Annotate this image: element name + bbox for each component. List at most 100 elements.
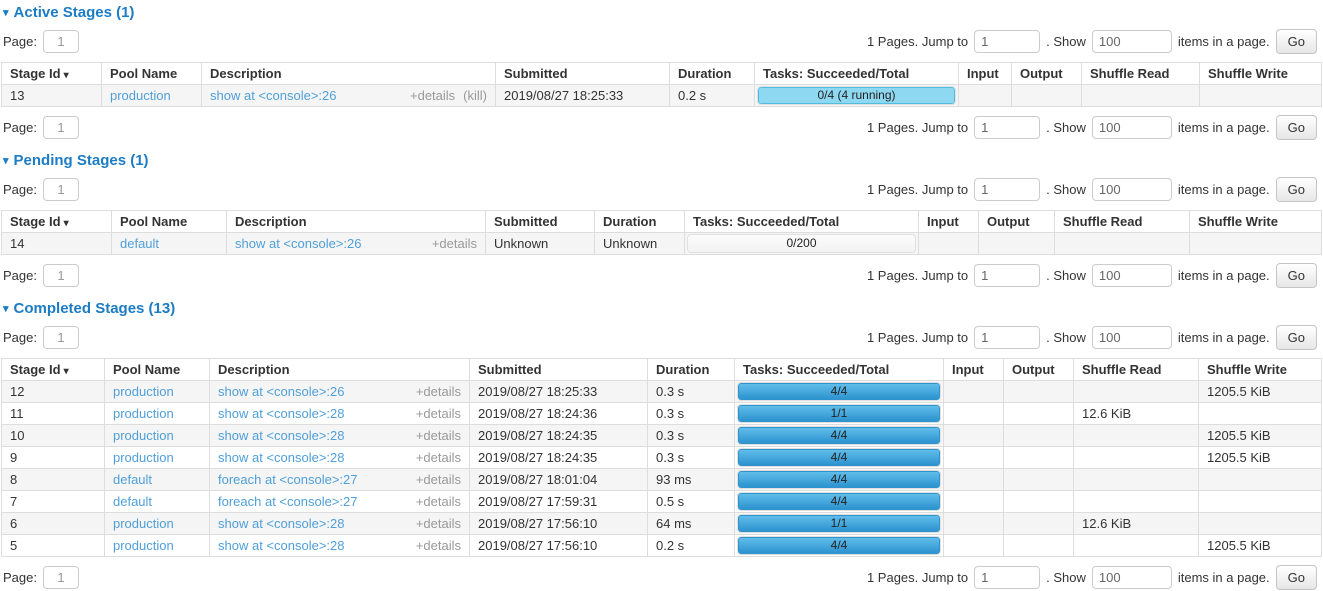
- shuffle-read-cell: [1082, 85, 1200, 107]
- section-title-pending[interactable]: ▾Pending Stages (1): [3, 152, 1323, 169]
- column-header-description[interactable]: Description: [202, 63, 496, 85]
- jump-to-page-input[interactable]: [974, 178, 1040, 201]
- output-cell: [979, 233, 1055, 255]
- column-header-submitted[interactable]: Submitted: [470, 359, 648, 381]
- jump-to-page-input[interactable]: [974, 326, 1040, 349]
- description-link[interactable]: foreach at <console>:27: [218, 472, 408, 487]
- column-header-shuffle-read[interactable]: Shuffle Read: [1082, 63, 1200, 85]
- go-button[interactable]: Go: [1276, 29, 1317, 54]
- page-size-input[interactable]: [1092, 264, 1172, 287]
- pool-name-link[interactable]: default: [120, 236, 159, 251]
- details-link[interactable]: +details: [416, 538, 461, 553]
- page-number-input[interactable]: [43, 116, 79, 139]
- pool-name-link[interactable]: production: [113, 406, 174, 421]
- task-progress-bar: 0/4 (4 running): [757, 86, 956, 105]
- shuffle-read-cell: [1074, 381, 1199, 403]
- column-header-shuffle-read[interactable]: Shuffle Read: [1055, 211, 1190, 233]
- jump-to-page-input[interactable]: [974, 30, 1040, 53]
- column-header-shuffle-read[interactable]: Shuffle Read: [1074, 359, 1199, 381]
- description-link[interactable]: show at <console>:28: [218, 406, 408, 421]
- column-header-pool-name[interactable]: Pool Name: [105, 359, 210, 381]
- details-link[interactable]: +details: [416, 494, 461, 509]
- go-button[interactable]: Go: [1276, 177, 1317, 202]
- section-title-completed[interactable]: ▾Completed Stages (13): [3, 300, 1323, 317]
- column-header-tasks[interactable]: Tasks: Succeeded/Total: [685, 211, 919, 233]
- go-button[interactable]: Go: [1276, 115, 1317, 140]
- pool-name-link[interactable]: default: [113, 472, 152, 487]
- page-number-input[interactable]: [43, 178, 79, 201]
- column-header-submitted[interactable]: Submitted: [496, 63, 670, 85]
- column-header-label: Duration: [656, 362, 709, 377]
- column-header-output[interactable]: Output: [1012, 63, 1082, 85]
- go-button[interactable]: Go: [1276, 565, 1317, 590]
- details-link[interactable]: +details: [416, 428, 461, 443]
- column-header-input[interactable]: Input: [919, 211, 979, 233]
- pool-name-link[interactable]: production: [113, 384, 174, 399]
- details-link[interactable]: +details: [410, 88, 455, 103]
- column-header-submitted[interactable]: Submitted: [486, 211, 595, 233]
- pool-name-link[interactable]: production: [113, 538, 174, 553]
- column-header-description[interactable]: Description: [227, 211, 486, 233]
- details-link[interactable]: +details: [416, 450, 461, 465]
- pool-name-link[interactable]: production: [113, 516, 174, 531]
- stage-row: 14defaultshow at <console>:26+detailsUnk…: [2, 233, 1322, 255]
- pool-name-link[interactable]: production: [113, 450, 174, 465]
- page-size-input[interactable]: [1092, 326, 1172, 349]
- description-link[interactable]: show at <console>:28: [218, 428, 408, 443]
- jump-to-page-input[interactable]: [974, 566, 1040, 589]
- jump-to-page-input[interactable]: [974, 264, 1040, 287]
- pool-name-cell: production: [105, 425, 210, 447]
- page-size-input[interactable]: [1092, 178, 1172, 201]
- details-link[interactable]: +details: [432, 236, 477, 251]
- description-link[interactable]: show at <console>:26: [210, 88, 402, 103]
- details-link[interactable]: +details: [416, 472, 461, 487]
- page-number-input[interactable]: [43, 264, 79, 287]
- description-link[interactable]: show at <console>:26: [218, 384, 408, 399]
- description-link[interactable]: foreach at <console>:27: [218, 494, 408, 509]
- column-header-shuffle-write[interactable]: Shuffle Write: [1199, 359, 1322, 381]
- column-header-stage-id[interactable]: Stage Id▾: [2, 359, 105, 381]
- pager-right: 1 Pages. Jump to. Showitems in a page.Go: [867, 177, 1317, 202]
- column-header-duration[interactable]: Duration: [670, 63, 755, 85]
- description-link[interactable]: show at <console>:26: [235, 236, 424, 251]
- column-header-output[interactable]: Output: [1004, 359, 1074, 381]
- pool-name-cell: production: [105, 513, 210, 535]
- page-size-input[interactable]: [1092, 566, 1172, 589]
- submitted-cell: 2019/08/27 17:56:10: [470, 513, 648, 535]
- column-header-label: Output: [1020, 66, 1063, 81]
- pool-name-link[interactable]: default: [113, 494, 152, 509]
- go-button[interactable]: Go: [1276, 325, 1317, 350]
- section-title-active[interactable]: ▾Active Stages (1): [3, 4, 1323, 21]
- details-link[interactable]: +details: [416, 384, 461, 399]
- column-header-input[interactable]: Input: [959, 63, 1012, 85]
- submitted-cell: 2019/08/27 18:25:33: [496, 85, 670, 107]
- column-header-tasks[interactable]: Tasks: Succeeded/Total: [755, 63, 959, 85]
- column-header-shuffle-write[interactable]: Shuffle Write: [1200, 63, 1322, 85]
- jump-to-page-input[interactable]: [974, 116, 1040, 139]
- column-header-pool-name[interactable]: Pool Name: [102, 63, 202, 85]
- page-size-input[interactable]: [1092, 30, 1172, 53]
- column-header-pool-name[interactable]: Pool Name: [112, 211, 227, 233]
- kill-link[interactable]: (kill): [463, 88, 487, 103]
- go-button[interactable]: Go: [1276, 263, 1317, 288]
- pool-name-link[interactable]: production: [110, 88, 171, 103]
- description-link[interactable]: show at <console>:28: [218, 516, 408, 531]
- column-header-duration[interactable]: Duration: [648, 359, 735, 381]
- column-header-stage-id[interactable]: Stage Id▾: [2, 63, 102, 85]
- column-header-duration[interactable]: Duration: [595, 211, 685, 233]
- page-number-input[interactable]: [43, 30, 79, 53]
- page-size-input[interactable]: [1092, 116, 1172, 139]
- column-header-input[interactable]: Input: [944, 359, 1004, 381]
- details-link[interactable]: +details: [416, 406, 461, 421]
- column-header-shuffle-write[interactable]: Shuffle Write: [1190, 211, 1322, 233]
- description-link[interactable]: show at <console>:28: [218, 450, 408, 465]
- pool-name-link[interactable]: production: [113, 428, 174, 443]
- description-link[interactable]: show at <console>:28: [218, 538, 408, 553]
- column-header-stage-id[interactable]: Stage Id▾: [2, 211, 112, 233]
- column-header-tasks[interactable]: Tasks: Succeeded/Total: [735, 359, 944, 381]
- page-number-input[interactable]: [43, 326, 79, 349]
- column-header-output[interactable]: Output: [979, 211, 1055, 233]
- details-link[interactable]: +details: [416, 516, 461, 531]
- column-header-description[interactable]: Description: [210, 359, 470, 381]
- page-number-input[interactable]: [43, 566, 79, 589]
